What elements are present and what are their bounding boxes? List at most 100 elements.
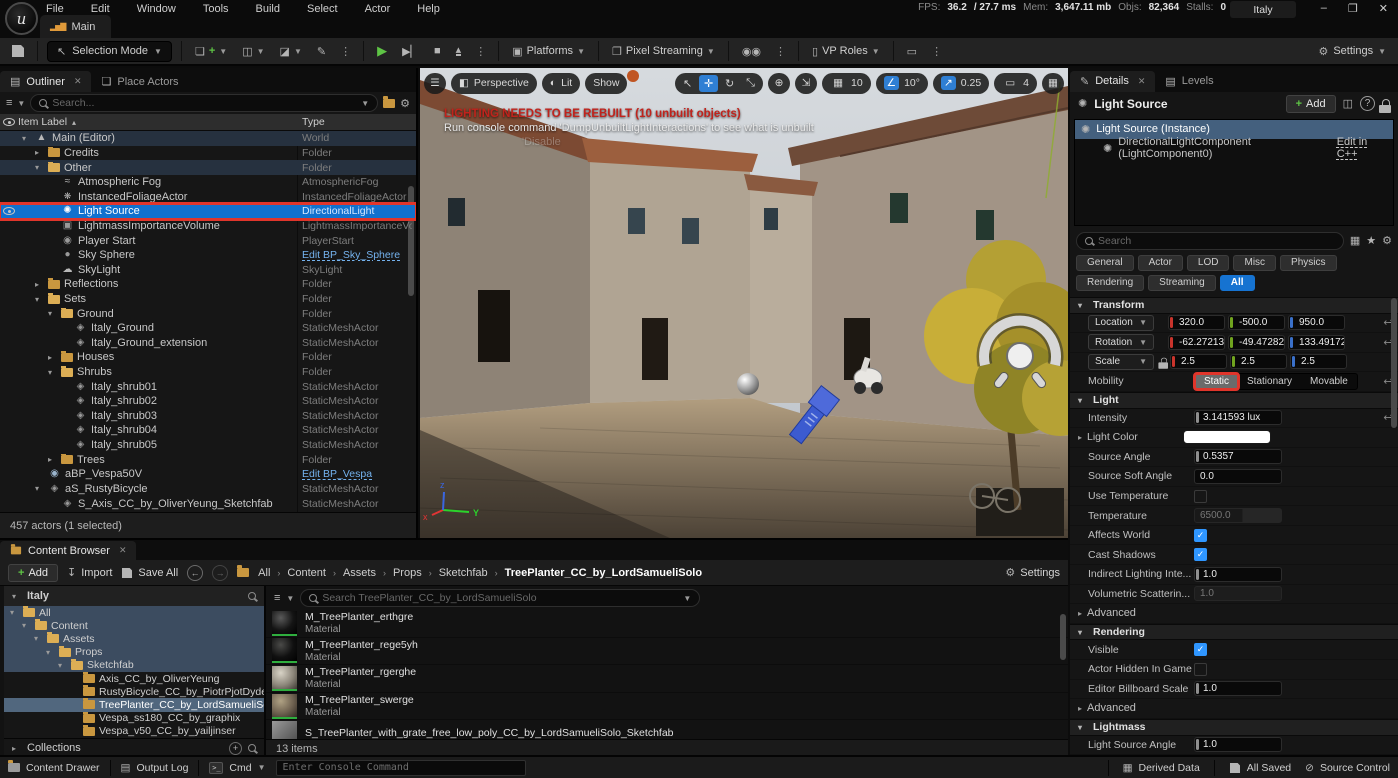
asset-row[interactable]: M_TreePlanter_erthgre Material [266, 610, 1068, 638]
play-options-menu[interactable]: ⋮ [472, 45, 489, 58]
tab-outliner[interactable]: ▤ Outliner ✕ [0, 71, 91, 92]
grid-snap-control[interactable]: ▦ 10 [822, 73, 871, 94]
output-log-button[interactable]: ▤ Output Log [121, 762, 189, 774]
table-row[interactable]: Italy_shrub03 StaticMeshActor [0, 409, 416, 424]
expand-arrow-icon[interactable]: ▾ [35, 295, 44, 304]
menu-item[interactable]: File [46, 3, 64, 15]
actor-hidden-checkbox[interactable] [1194, 663, 1207, 676]
visible-checkbox[interactable]: ✓ [1194, 643, 1207, 656]
help-icon[interactable]: ? [1360, 96, 1375, 111]
eye-icon[interactable] [3, 118, 15, 126]
light-color-swatch[interactable] [1183, 430, 1271, 444]
multi-user-menu[interactable]: ⋮ [772, 45, 789, 58]
temperature-field[interactable]: 6500.0 [1194, 508, 1282, 523]
back-button[interactable]: ← [187, 565, 203, 581]
details-search-input[interactable] [1098, 235, 1335, 247]
table-row[interactable]: Italy_Ground StaticMeshActor [0, 321, 416, 336]
source-angle-field[interactable]: 0.5357 [1194, 449, 1282, 464]
table-row[interactable]: Italy_shrub02 StaticMeshActor [0, 394, 416, 409]
filter-chip[interactable]: Streaming [1148, 275, 1216, 291]
cb-settings-menu[interactable]: ⚙Settings [1005, 566, 1060, 579]
table-row[interactable]: Italy_shrub01 StaticMeshActor [0, 379, 416, 394]
table-row[interactable]: Italy_shrub05 StaticMeshActor [0, 438, 416, 453]
tab-details[interactable]: ✎ Details ✕ [1070, 71, 1155, 92]
multi-user-button[interactable]: ◉◉ [738, 41, 765, 61]
pixel-streaming-menu[interactable]: ❐Pixel Streaming▼ [608, 41, 719, 61]
table-row[interactable]: ▸ Houses Folder [0, 350, 416, 365]
billboard-scale-field[interactable]: 1.0 [1194, 681, 1282, 696]
table-row[interactable]: ▾ aS_RustyBicycle StaticMeshActor [0, 482, 416, 497]
table-row[interactable]: Italy_shrub04 StaticMeshActor [0, 423, 416, 438]
table-row[interactable]: Italy_Ground_extension StaticMeshActor [0, 336, 416, 351]
close-icon[interactable]: ✕ [74, 76, 82, 87]
console-command-bar[interactable] [276, 760, 526, 776]
minimize-button[interactable]: – [1321, 2, 1327, 15]
expand-arrow-icon[interactable]: ▸ [1078, 433, 1087, 442]
cb-search[interactable]: ▼ [300, 589, 700, 607]
world-local-toggle[interactable]: ⊕ [768, 73, 790, 94]
table-row[interactable]: ▾ Ground Folder [0, 306, 416, 321]
menu-item[interactable]: Build [256, 3, 280, 15]
play-button[interactable]: ▶ [373, 41, 391, 61]
cast-shadows-checkbox[interactable]: ✓ [1194, 548, 1207, 561]
light-source-angle-field[interactable]: 1.0 [1194, 737, 1282, 752]
blueprints-button[interactable]: ◫▼ [238, 41, 268, 61]
expand-arrow-icon[interactable]: ▾ [58, 661, 67, 670]
frame-skip-button[interactable]: ▶▏ [398, 41, 423, 61]
rotation-x-field[interactable]: -62.272137 ° [1168, 335, 1225, 350]
surface-snap-toggle[interactable]: ⇲ [795, 73, 817, 94]
scale-dropdown[interactable]: Scale▼ [1088, 354, 1154, 370]
folder-tree-row[interactable]: Axis_CC_by_OliverYeung [4, 672, 264, 685]
component-row-lightcomponent[interactable]: ✺ DirectionalLightComponent (LightCompon… [1075, 139, 1393, 158]
expand-arrow-icon[interactable]: ▾ [35, 484, 44, 493]
location-z-field[interactable]: 950.0 [1288, 315, 1345, 330]
camera-speed-control[interactable]: ▭ 4 [994, 73, 1037, 94]
mobility-static-button[interactable]: Static [1195, 374, 1238, 389]
add-collection-button[interactable]: + [229, 742, 242, 755]
folder-tree-row[interactable]: ▾ Props [4, 646, 264, 659]
favorites-icon[interactable]: ★ [1366, 234, 1376, 247]
rotate-tool[interactable]: ↻ [720, 75, 739, 92]
table-row[interactable]: Atmospheric Fog AtmosphericFog [0, 175, 416, 190]
console-input[interactable] [283, 762, 519, 773]
cb-search-input[interactable] [322, 592, 678, 604]
blueprint-browse-button[interactable]: ◫ [1343, 97, 1353, 110]
close-icon[interactable]: ✕ [119, 545, 127, 556]
outliner-settings-button[interactable]: ⚙ [400, 97, 410, 110]
cb-sources-header[interactable]: ▾ Italy [4, 586, 264, 606]
editor-mode-select[interactable]: ↖ Selection Mode ▼ [47, 41, 172, 62]
breadcrumb-item[interactable]: Sketchfab [439, 567, 488, 579]
display-options-button[interactable]: ▦ [1350, 234, 1360, 247]
expand-arrow-icon[interactable]: ▾ [48, 309, 57, 318]
folder-tree-row[interactable]: ▾ All [4, 606, 264, 619]
folder-tree-row[interactable]: TreePlanter_CC_by_LordSamueliSolo [4, 698, 264, 711]
level-viewport[interactable]: Y x z ☰ ◧ Perspective ◐ Lit Show ↖ ✛ ↻ ⤡ [420, 68, 1068, 538]
close-button[interactable]: ✕ [1379, 2, 1388, 15]
breadcrumb-item[interactable]: Assets [343, 567, 376, 579]
toolbar-overflow-menu[interactable]: ⋮ [337, 45, 354, 58]
landscape-button[interactable]: ✎ [313, 41, 330, 61]
section-lightmass[interactable]: ▾Lightmass [1070, 719, 1398, 736]
virtual-camera-menu[interactable]: ⋮ [928, 45, 945, 58]
edit-in-cpp-link[interactable]: Edit in C++ [1337, 136, 1387, 160]
asset-list-scrollbar[interactable] [1060, 614, 1066, 660]
folder-tree-row[interactable]: ▾ Assets [4, 632, 264, 645]
perspective-select[interactable]: ◧ Perspective [451, 73, 537, 94]
virtual-camera-button[interactable]: ▭ [903, 41, 921, 61]
new-folder-button[interactable] [383, 99, 395, 108]
menu-item[interactable]: Actor [365, 3, 391, 15]
source-control-button[interactable]: ⊘ Source Control [1305, 762, 1390, 774]
source-soft-angle-field[interactable]: 0.0 [1194, 469, 1282, 484]
tab-levels[interactable]: ▤ Levels [1155, 71, 1223, 92]
location-x-field[interactable]: 320.0 [1168, 315, 1225, 330]
breadcrumb-item[interactable]: TreePlanter_CC_by_LordSamueliSolo [505, 567, 702, 579]
import-button[interactable]: ↧Import [67, 566, 112, 579]
details-settings-button[interactable]: ⚙ [1382, 234, 1392, 247]
table-row[interactable]: ▸ Credits Folder [0, 146, 416, 161]
lock-icon[interactable] [1382, 99, 1390, 105]
folder-tree-row[interactable]: ▾ Sketchfab [4, 659, 264, 672]
save-button[interactable] [8, 41, 28, 61]
menu-item[interactable]: Help [417, 3, 440, 15]
save-all-button[interactable]: Save All [121, 567, 178, 579]
location-y-field[interactable]: -500.0 [1228, 315, 1285, 330]
